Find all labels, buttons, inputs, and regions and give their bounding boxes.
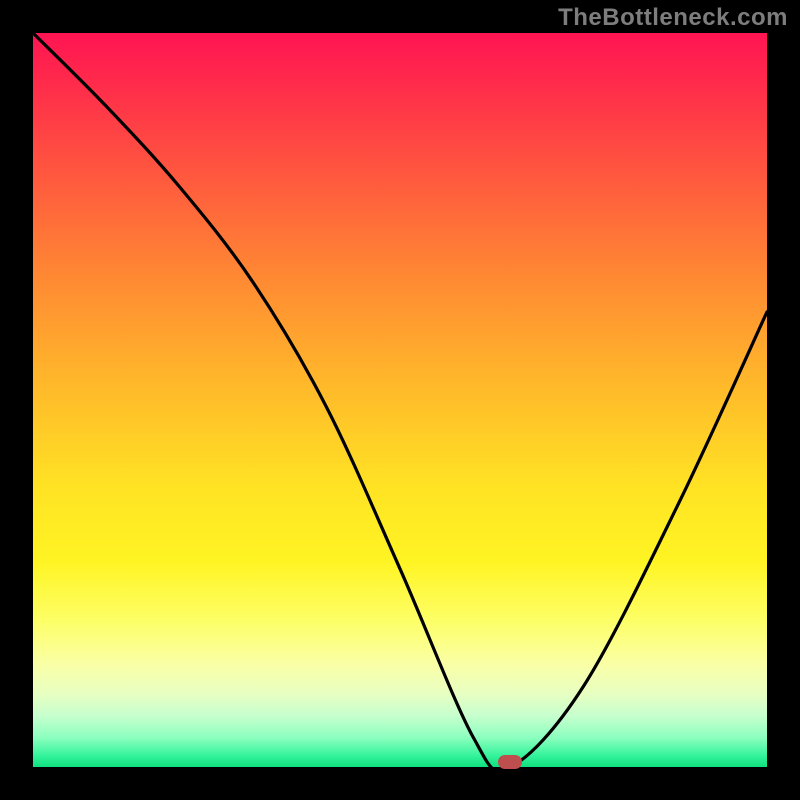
gradient-plot-area: [33, 33, 767, 767]
watermark-text: TheBottleneck.com: [558, 4, 788, 32]
optimal-point-marker: [498, 755, 522, 769]
chart-frame: TheBottleneck.com: [0, 0, 800, 800]
bottleneck-curve: [33, 33, 767, 767]
